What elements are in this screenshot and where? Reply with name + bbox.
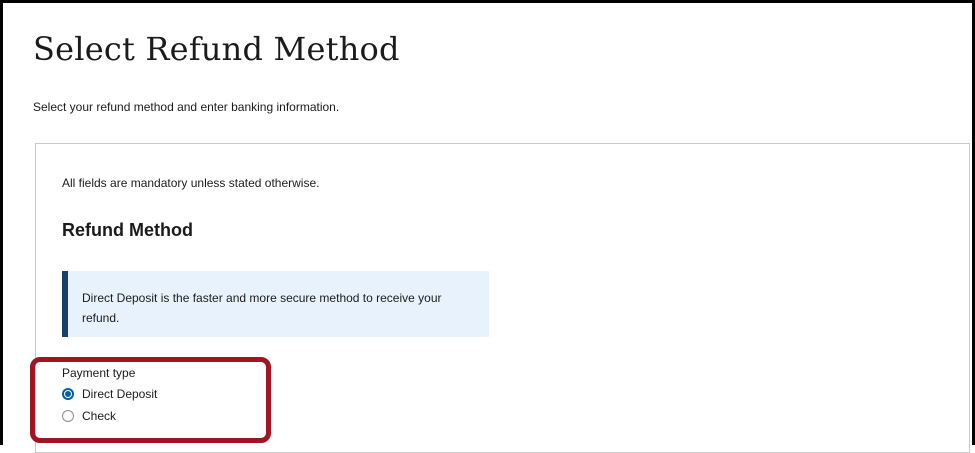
form-card: All fields are mandatory unless stated o… (35, 143, 970, 453)
mandatory-note: All fields are mandatory unless stated o… (62, 176, 320, 190)
page-subtitle: Select your refund method and enter bank… (33, 100, 340, 114)
payment-type-fieldset: Payment type Direct Deposit Check (62, 366, 157, 427)
info-alert: Direct Deposit is the faster and more se… (62, 271, 489, 337)
radio-option-check[interactable]: Check (62, 405, 157, 427)
section-heading: Refund Method (62, 220, 193, 240)
page-title: Select Refund Method (33, 30, 400, 68)
radio-option-direct-deposit[interactable]: Direct Deposit (62, 383, 157, 405)
info-alert-text: Direct Deposit is the faster and more se… (82, 291, 442, 325)
radio-unchecked-icon[interactable] (62, 410, 74, 422)
radio-label-direct-deposit[interactable]: Direct Deposit (82, 387, 157, 401)
radio-label-check[interactable]: Check (82, 409, 116, 423)
radio-checked-icon[interactable] (62, 388, 74, 400)
payment-type-legend: Payment type (62, 366, 136, 380)
